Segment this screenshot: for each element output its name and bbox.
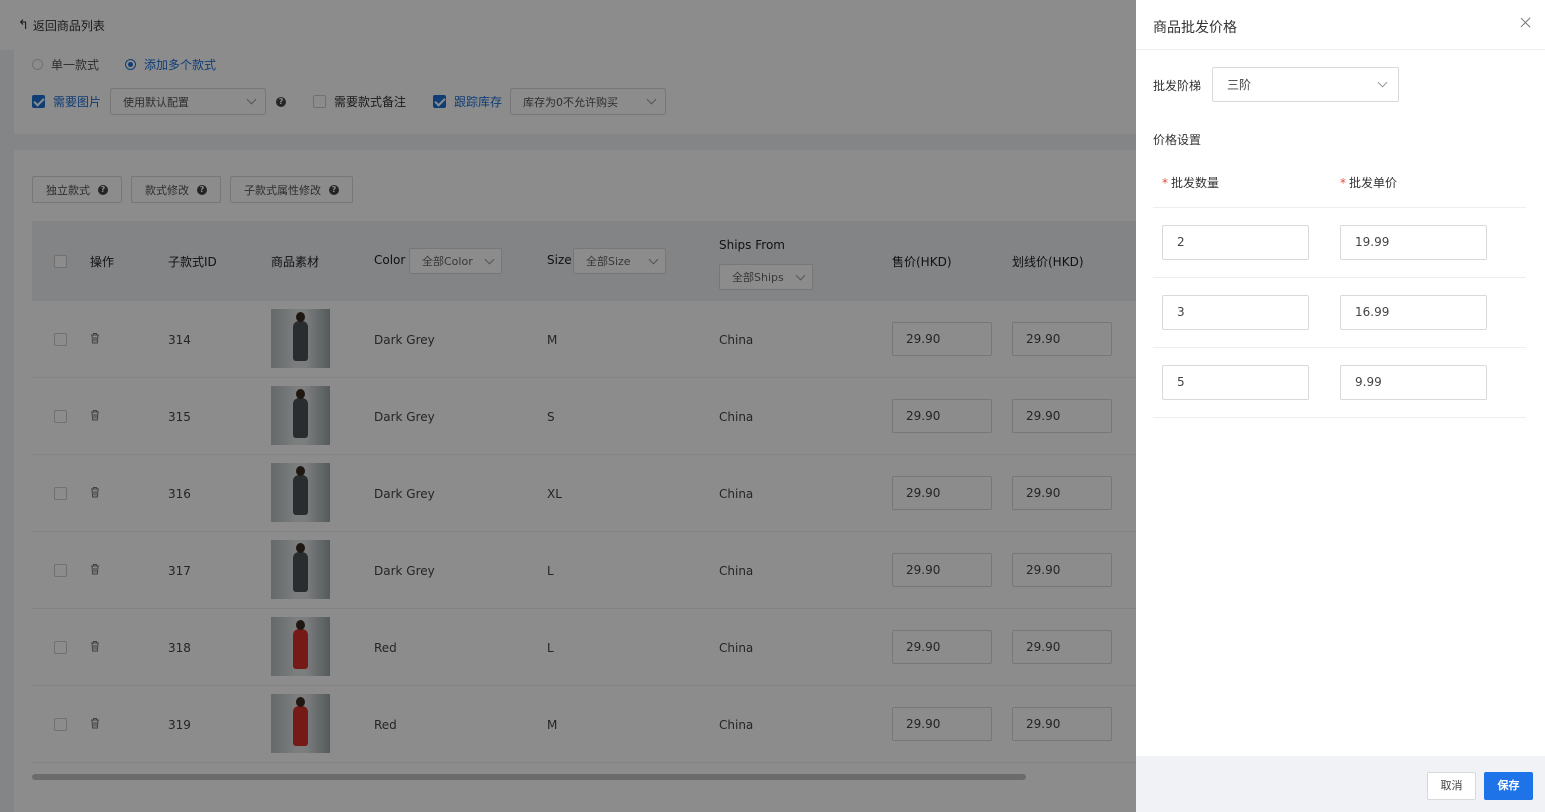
divider [1153, 417, 1526, 418]
tier-price-input[interactable]: 19.99 [1340, 225, 1487, 260]
price-settings-title: 价格设置 [1153, 133, 1202, 147]
drawer-header: 商品批发价格 [1136, 0, 1545, 50]
required-marker: * [1340, 176, 1346, 190]
drawer-footer: 取消 保存 [1136, 756, 1545, 812]
tier-qty-input[interactable]: 5 [1162, 365, 1309, 400]
divider [1153, 277, 1526, 278]
wholesale-price-drawer: 商品批发价格 批发阶梯 三阶 价格设置 * 批发数量 * 批发单价 2 19.99 … [1136, 0, 1545, 812]
tier-qty-input[interactable]: 2 [1162, 225, 1309, 260]
qty-header-label: 批发数量 [1171, 176, 1220, 190]
qty-column-header: * 批发数量 [1162, 174, 1219, 191]
tier-select[interactable]: 三阶 [1212, 67, 1399, 102]
tier-qty-input[interactable]: 3 [1162, 295, 1309, 330]
divider [1153, 207, 1526, 208]
unit-price-header-label: 批发单价 [1349, 176, 1398, 190]
required-marker: * [1162, 176, 1168, 190]
save-button[interactable]: 保存 [1484, 772, 1533, 800]
cancel-button[interactable]: 取消 [1427, 772, 1476, 800]
unit-price-column-header: * 批发单价 [1340, 174, 1397, 191]
divider [1153, 347, 1526, 348]
tier-select-value: 三阶 [1227, 78, 1252, 92]
drawer-title: 商品批发价格 [1153, 20, 1237, 36]
tier-label: 批发阶梯 [1153, 79, 1202, 93]
tier-price-input[interactable]: 16.99 [1340, 295, 1487, 330]
close-icon[interactable] [1519, 16, 1533, 30]
tier-price-input[interactable]: 9.99 [1340, 365, 1487, 400]
chevron-down-icon [1377, 77, 1388, 88]
